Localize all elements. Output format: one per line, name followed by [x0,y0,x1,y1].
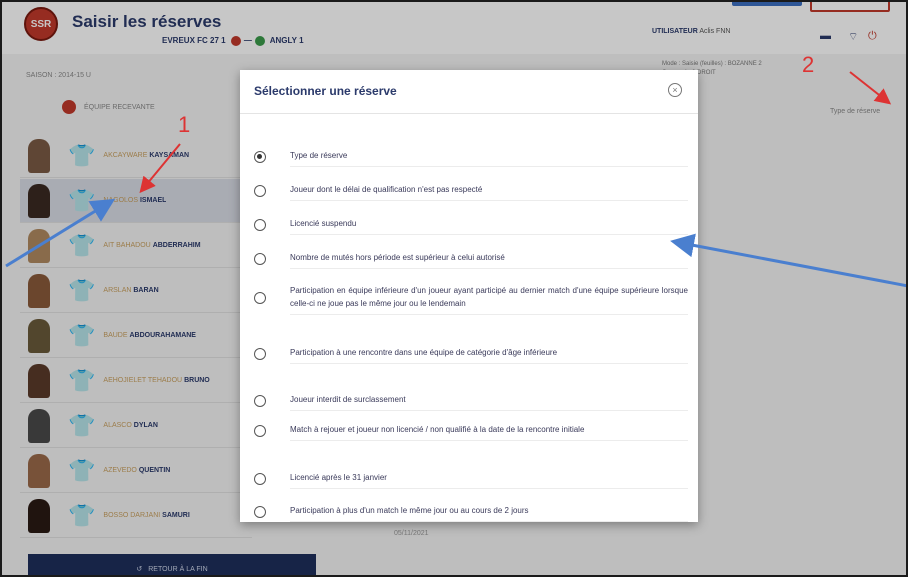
reserve-option[interactable]: Match à rejouer et joueur non licencié /… [254,420,698,441]
reserve-option-label: Licencié après le 31 janvier [290,468,688,489]
annotation-number-1: 1 [178,112,191,137]
modal-header: Sélectionner une réserve × [240,70,698,114]
reserve-option-label: Participation à plus d'un match le même … [290,501,688,522]
reserve-option-label: Licencié suspendu [290,214,688,235]
reserve-option[interactable]: Participation en équipe inférieure d'un … [254,281,698,315]
radio-button[interactable] [254,472,266,485]
radio-button[interactable] [254,252,266,265]
radio-button[interactable] [254,424,266,437]
radio-button[interactable] [254,505,266,518]
close-icon[interactable]: × [668,83,682,97]
screenshot-frame: SSR Saisir les réserves EVREUX FC 27 1 —… [0,0,908,577]
reserve-option-label: Type de réserve [290,146,688,167]
reserve-option-label: Nombre de mutés hors période est supérie… [290,248,688,269]
reserve-option-label: Joueur dont le délai de qualification n'… [290,180,688,201]
reserve-option-label: Participation à une rencontre dans une é… [290,343,688,364]
reserve-option-label: Participation en équipe inférieure d'un … [290,281,688,315]
reserve-option[interactable]: Joueur interdit de surclassement [254,390,698,411]
reserve-option[interactable]: Licencié après le 31 janvier [254,468,698,489]
modal-title: Sélectionner une réserve [254,84,397,98]
reserve-option[interactable]: Joueur dont le délai de qualification n'… [254,180,698,201]
reserve-option[interactable]: Participation à plus d'un match le même … [254,501,698,522]
reserve-option[interactable]: Nombre de mutés hors période est supérie… [254,248,698,269]
radio-button-checked[interactable] [254,150,266,163]
reserve-option-label: Match à rejouer et joueur non licencié /… [290,420,688,441]
radio-button[interactable] [254,347,266,360]
reserve-option[interactable]: Participation à une rencontre dans une é… [254,343,698,364]
reserve-option[interactable]: Type de réserve [254,146,698,167]
radio-button[interactable] [254,394,266,407]
reserve-modal: Sélectionner une réserve × Type de réser… [240,70,698,522]
radio-button[interactable] [254,184,266,197]
reserve-option-label: Joueur interdit de surclassement [290,390,688,411]
annotation-number-2: 2 [802,52,815,77]
reserve-option[interactable]: Licencié suspendu [254,214,698,235]
radio-button[interactable] [254,218,266,231]
radio-button[interactable] [254,292,266,304]
